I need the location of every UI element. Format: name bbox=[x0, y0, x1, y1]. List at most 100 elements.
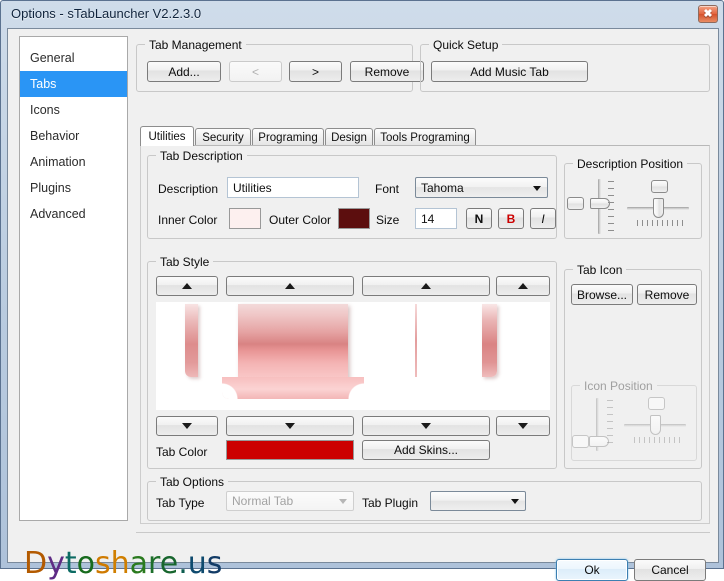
inner-color-label: Inner Color bbox=[158, 213, 218, 227]
description-horizontal-thumb[interactable] bbox=[653, 198, 664, 218]
icon-horizontal-reset-button[interactable] bbox=[648, 397, 665, 410]
style-down-button-3[interactable] bbox=[362, 416, 490, 436]
tab-style-preview bbox=[156, 302, 550, 410]
description-horizontal-reset-button[interactable] bbox=[651, 180, 668, 193]
tab-type-select[interactable]: Normal Tab bbox=[226, 491, 354, 511]
tab-color-label: Tab Color bbox=[156, 445, 208, 459]
tab-strip[interactable]: Utilities Security Programing Design Too… bbox=[140, 126, 710, 146]
tab-plugin-select[interactable] bbox=[430, 491, 526, 511]
size-input[interactable]: 14 bbox=[415, 208, 457, 229]
description-position-legend: Description Position bbox=[573, 157, 688, 171]
watermark-letter: s bbox=[206, 546, 223, 581]
tab-color-swatch[interactable] bbox=[226, 440, 354, 460]
font-bold-button[interactable]: B bbox=[498, 208, 524, 229]
size-label: Size bbox=[376, 213, 400, 227]
icon-horizontal-ticks bbox=[634, 437, 680, 443]
sidebar-item-advanced[interactable]: Advanced bbox=[20, 201, 127, 227]
icon-vertical-reset-button[interactable] bbox=[572, 435, 589, 448]
quick-setup-legend: Quick Setup bbox=[429, 38, 503, 52]
style-down-button-1[interactable] bbox=[156, 416, 218, 436]
preview-left-sliver bbox=[185, 304, 198, 377]
ok-button[interactable]: Ok bbox=[556, 559, 628, 581]
chevron-down-icon bbox=[511, 499, 519, 504]
previous-tab-button[interactable]: < bbox=[229, 61, 282, 82]
window-title: Options - sTabLauncher V2.2.3.0 bbox=[11, 6, 202, 21]
tab-icon-legend: Tab Icon bbox=[573, 263, 627, 277]
tab-style-legend: Tab Style bbox=[156, 255, 214, 269]
settings-category-list[interactable]: General Tabs Icons Behavior Animation Pl… bbox=[19, 36, 128, 521]
client-area: General Tabs Icons Behavior Animation Pl… bbox=[7, 28, 719, 581]
close-icon: ✖ bbox=[703, 7, 713, 20]
arrow-down-icon bbox=[285, 423, 295, 429]
tab-security[interactable]: Security bbox=[195, 128, 251, 146]
font-select-value: Tahoma bbox=[421, 180, 464, 195]
remove-tab-button[interactable]: Remove bbox=[350, 61, 424, 82]
description-vertical-reset-button[interactable] bbox=[567, 197, 584, 210]
style-up-button-2[interactable] bbox=[226, 276, 354, 296]
font-normal-button[interactable]: N bbox=[466, 208, 492, 229]
arrow-up-icon bbox=[421, 283, 431, 289]
style-down-button-4[interactable] bbox=[496, 416, 550, 436]
arrow-down-icon bbox=[518, 423, 528, 429]
tab-options-legend: Tab Options bbox=[156, 475, 229, 489]
arrow-down-icon bbox=[182, 423, 192, 429]
tab-tools-programing[interactable]: Tools Programing bbox=[374, 128, 476, 146]
icon-position-legend: Icon Position bbox=[580, 379, 657, 393]
icon-vertical-thumb[interactable] bbox=[589, 436, 609, 447]
style-up-button-1[interactable] bbox=[156, 276, 218, 296]
cancel-button[interactable]: Cancel bbox=[634, 559, 706, 581]
style-up-button-3[interactable] bbox=[362, 276, 490, 296]
style-down-button-2[interactable] bbox=[226, 416, 354, 436]
tab-programing[interactable]: Programing bbox=[252, 128, 324, 146]
description-label: Description bbox=[158, 182, 219, 196]
preview-right-sliver bbox=[482, 304, 497, 377]
sidebar-item-general[interactable]: General bbox=[20, 45, 127, 71]
remove-icon-button[interactable]: Remove bbox=[637, 284, 697, 305]
add-music-tab-button[interactable]: Add Music Tab bbox=[431, 61, 588, 82]
sidebar-item-tabs[interactable]: Tabs bbox=[20, 71, 127, 97]
tab-utilities[interactable]: Utilities bbox=[140, 126, 194, 146]
browse-icon-button[interactable]: Browse... bbox=[571, 284, 633, 305]
options-window: Options - sTabLauncher V2.2.3.0 ✖ Genera… bbox=[0, 0, 724, 581]
close-button[interactable]: ✖ bbox=[698, 5, 718, 23]
watermark-letter: e bbox=[159, 546, 179, 581]
title-bar: Options - sTabLauncher V2.2.3.0 ✖ bbox=[1, 1, 723, 28]
icon-vertical-ticks bbox=[607, 400, 613, 449]
add-skins-button[interactable]: Add Skins... bbox=[362, 440, 490, 460]
outer-color-label: Outer Color bbox=[269, 213, 332, 227]
sidebar-item-plugins[interactable]: Plugins bbox=[20, 175, 127, 201]
inner-color-swatch[interactable] bbox=[229, 208, 261, 229]
chevron-down-icon bbox=[533, 185, 541, 191]
tab-plugin-label: Tab Plugin bbox=[362, 496, 419, 510]
tab-icon-group: Tab Icon Browse... Remove Icon Position bbox=[564, 263, 702, 469]
description-vertical-ticks bbox=[608, 181, 614, 231]
watermark-letter: a bbox=[129, 546, 149, 581]
description-position-group: Description Position bbox=[564, 157, 702, 239]
next-tab-button[interactable]: > bbox=[289, 61, 342, 82]
arrow-up-icon bbox=[285, 283, 295, 289]
tab-management-legend: Tab Management bbox=[145, 38, 246, 52]
preview-tab-shape bbox=[238, 304, 348, 384]
outer-color-swatch[interactable] bbox=[338, 208, 370, 229]
sidebar-item-icons[interactable]: Icons bbox=[20, 97, 127, 123]
tab-style-group: Tab Style Tab Color Add Skins... bbox=[147, 255, 557, 469]
tab-description-legend: Tab Description bbox=[156, 149, 247, 163]
quick-setup-group: Quick Setup Add Music Tab bbox=[420, 38, 710, 92]
icon-horizontal-thumb[interactable] bbox=[650, 415, 661, 435]
style-up-button-4[interactable] bbox=[496, 276, 550, 296]
tab-type-label: Tab Type bbox=[156, 496, 205, 510]
tab-design[interactable]: Design bbox=[325, 128, 373, 146]
preview-divider-sliver bbox=[415, 304, 417, 377]
watermark-letter: y bbox=[47, 546, 65, 581]
add-tab-button[interactable]: Add... bbox=[147, 61, 221, 82]
font-italic-button[interactable]: I bbox=[530, 208, 556, 229]
description-input[interactable]: Utilities bbox=[227, 177, 359, 198]
sidebar-item-animation[interactable]: Animation bbox=[20, 149, 127, 175]
arrow-up-icon bbox=[518, 283, 528, 289]
sidebar-item-behavior[interactable]: Behavior bbox=[20, 123, 127, 149]
footer-divider bbox=[136, 532, 710, 533]
watermark-letter: o bbox=[76, 546, 95, 581]
watermark-letter: t bbox=[64, 546, 77, 581]
description-vertical-thumb[interactable] bbox=[590, 198, 610, 209]
font-select[interactable]: Tahoma bbox=[415, 177, 548, 198]
